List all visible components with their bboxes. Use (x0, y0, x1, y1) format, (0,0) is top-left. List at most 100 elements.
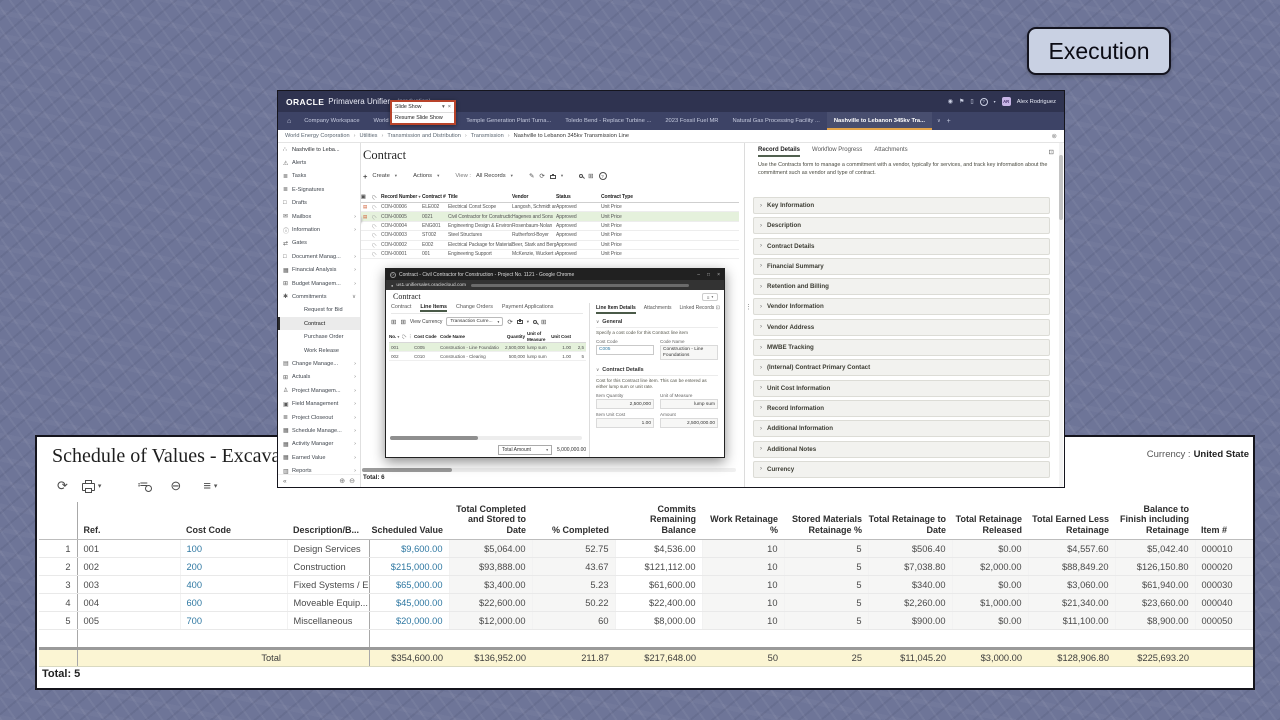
accordion-section[interactable]: › Record Information (753, 400, 1050, 417)
details-tab[interactable]: Attachments (874, 147, 907, 157)
col-status[interactable]: Status (556, 194, 601, 200)
sov-col-costcode[interactable]: Cost Code (180, 502, 287, 540)
contract-row[interactable]: ⋃ CON-00001 001 Engineering Support McKe… (361, 250, 739, 259)
sidebar-item[interactable]: ▦ Financial Analysis › (278, 264, 360, 277)
accordion-section[interactable]: › Description (753, 217, 1050, 234)
actions-button[interactable]: Actions (413, 173, 432, 179)
detail-field-value[interactable]: lump sum (660, 399, 718, 409)
resume-slideshow-item[interactable]: Resume Slide Show (392, 112, 454, 123)
view-selector[interactable]: All Records (476, 173, 506, 179)
collapse-sidebar-icon[interactable]: « (283, 478, 287, 485)
scrollbar-thumb[interactable] (390, 436, 478, 440)
sov-col-balance[interactable]: Balance to Finish including Retainage (1115, 502, 1195, 540)
print-icon[interactable] (550, 175, 556, 179)
accordion-section[interactable]: › (Internal) Contract Primary Contact (753, 359, 1050, 376)
expand-all-icon[interactable]: ⊕ (339, 477, 345, 485)
col-contract-type[interactable]: Contract Type (601, 194, 653, 200)
sov-col-scheduled[interactable]: Scheduled Value (369, 502, 449, 540)
details-tab[interactable]: Workflow Progress (812, 147, 862, 157)
horizontal-scrollbar[interactable] (390, 436, 582, 440)
print-button[interactable]: ▾ (82, 481, 102, 491)
sidebar-item[interactable]: ≣ E-Signatures (278, 183, 360, 196)
collapse-rows-icon[interactable]: ⊖ (170, 479, 181, 492)
search-icon[interactable] (533, 320, 537, 324)
accordion-section[interactable]: › Additional Information (753, 420, 1050, 437)
chevron-down-icon[interactable]: ▾ (994, 99, 996, 104)
url-domain[interactable]: us1.unifiersales.oraclecloud.com (396, 283, 466, 288)
panel-drag-handle[interactable]: ⋮ (745, 303, 752, 311)
project-tab[interactable]: Toledo Bend - Replace Turbine ... (558, 112, 658, 130)
refresh-icon[interactable]: ⟳ (539, 172, 544, 180)
col-unit-cost[interactable]: Unit Cost (551, 334, 573, 339)
chevron-down-icon[interactable]: ▾ (98, 482, 102, 490)
sov-col-completed[interactable]: Total Completed and Stored to Date (449, 502, 532, 540)
home-icon[interactable]: ⌂ (281, 118, 297, 125)
popup-menu-button[interactable]: ≡▾ (702, 293, 718, 301)
sov-row[interactable]: 3 003 400 Fixed Systems / E... $65,000.0… (39, 576, 1255, 594)
general-section-header[interactable]: ∨ General (596, 319, 718, 328)
col-no[interactable]: No. ▾ (389, 334, 402, 339)
sidebar-item[interactable]: ≣ Tasks (278, 170, 360, 183)
chevron-down-icon[interactable]: ▾ (527, 319, 529, 325)
project-tab[interactable]: 2023 Fossil Fuel MR (658, 112, 725, 130)
contract-row[interactable]: ⋃ CON-00002 E002 Electrical Package for … (361, 241, 739, 250)
cost-code-input[interactable]: C005 (596, 345, 654, 355)
project-tab[interactable]: Temple Generation Plant Turna... (459, 112, 558, 130)
breadcrumb-item[interactable]: Transmission and Distribution (387, 133, 466, 139)
chevron-down-icon[interactable]: ▾ (561, 173, 563, 179)
line-item-details-tab[interactable]: Attachments (644, 305, 672, 312)
sidebar-item[interactable]: ▣ Field Management › (278, 397, 360, 410)
sov-col-commits[interactable]: Commits Remaining Balance (615, 502, 702, 540)
close-icon[interactable]: × (717, 272, 720, 278)
maximize-icon[interactable]: □ (707, 272, 710, 278)
contract-row[interactable]: ▤ ⋃ CON-00005 0021 Civil Contractor for … (361, 212, 739, 221)
col-contract-num[interactable]: Contract # (422, 194, 448, 200)
accordion-section[interactable]: › Contract Details (753, 238, 1050, 255)
horizontal-scrollbar[interactable] (362, 468, 736, 472)
create-button[interactable]: Create (372, 173, 389, 179)
detail-field-value[interactable]: 1.00 (596, 418, 654, 428)
refresh-icon[interactable]: ⟳ (57, 479, 68, 492)
edit-icon[interactable]: ✎ (529, 172, 534, 180)
sidebar-item[interactable]: ✱ Commitments ∨ (278, 290, 360, 303)
sov-row[interactable]: 2 002 200 Construction $215,000.00 $93,8… (39, 558, 1255, 576)
sidebar-item[interactable]: ⓘ Information › (278, 223, 360, 236)
sidebar-item[interactable]: ✉ Mailbox › (278, 210, 360, 223)
menu-button[interactable]: ≡▾ (203, 479, 217, 492)
print-icon[interactable] (517, 320, 523, 324)
contract-row[interactable]: ⋃ CON-00004 ENG001 Engineering Design & … (361, 222, 739, 231)
sov-col-item[interactable]: Item # (1195, 502, 1255, 540)
sidebar-item[interactable]: Work Release (278, 344, 360, 357)
project-tab[interactable]: Natural Gas Processing Facility ... (726, 112, 827, 130)
sidebar-item[interactable]: ⇄ Gates (278, 237, 360, 250)
accordion-section[interactable]: › Vendor Address (753, 319, 1050, 336)
sidebar-item[interactable]: ♙ Project Managem... › (278, 384, 360, 397)
scrollbar-thumb[interactable] (362, 468, 452, 472)
sov-col-retrel[interactable]: Total Retainage Released (952, 502, 1028, 540)
chevron-down-icon[interactable]: ▾ (437, 173, 439, 179)
search-icon[interactable] (579, 174, 583, 178)
expand-icon[interactable]: ⊡ (716, 305, 720, 311)
contract-row[interactable]: ⋃ CON-00003 ST002 Steel Structures Ruthe… (361, 231, 739, 240)
close-panel-icon[interactable]: ⊗ (1052, 132, 1057, 140)
select-all-icon[interactable]: ▣ (361, 194, 372, 200)
popup-tab[interactable]: Line Items (420, 304, 447, 310)
col-quantity[interactable]: Quantity (499, 334, 527, 339)
split-view-icon[interactable]: ⊞ (400, 318, 405, 326)
sidebar-item[interactable]: Contract (278, 317, 360, 330)
details-tab[interactable]: Record Details (758, 147, 800, 157)
sidebar-item[interactable]: Purchase Order (278, 330, 360, 343)
scrollbar-thumb[interactable] (1059, 155, 1063, 220)
sov-row[interactable]: 5 005 700 Miscellaneous $20,000.00 $12,0… (39, 612, 1255, 630)
sov-col-description[interactable]: Description/B... (287, 502, 369, 540)
contract-details-section-header[interactable]: ∨ Contract Details (596, 367, 718, 376)
col-record-number[interactable]: Record Number ▾ (381, 194, 422, 200)
sov-col-pct[interactable]: % Completed (532, 502, 615, 540)
sov-row[interactable]: 1 001 100 Design Services $9,600.00 $5,0… (39, 540, 1255, 558)
minimize-icon[interactable]: – (697, 272, 700, 278)
sidebar-item[interactable]: Request for Bid (278, 304, 360, 317)
avatar[interactable]: AR (1002, 97, 1011, 106)
sov-col-retdate[interactable]: Total Retainage to Date (868, 502, 952, 540)
grid-settings-icon[interactable]: ⊞ (541, 318, 546, 326)
popup-tab[interactable]: Change Orders (456, 304, 493, 310)
